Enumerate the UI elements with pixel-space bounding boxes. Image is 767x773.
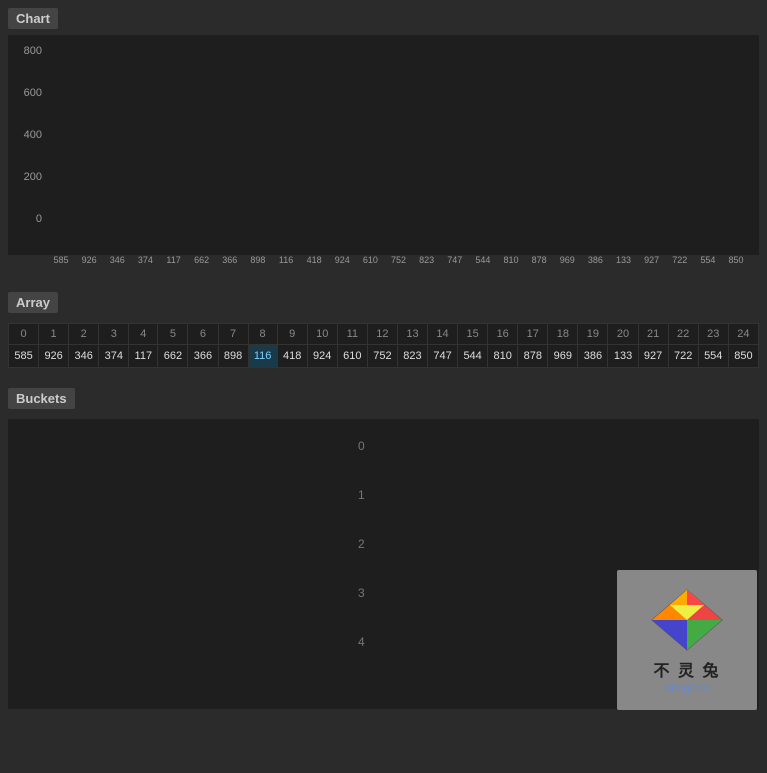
- array-cell: 374: [99, 345, 129, 368]
- array-cell: 116: [248, 345, 277, 368]
- array-index-header: 16: [488, 324, 518, 345]
- array-header-row: 0123456789101112131415161718192021222324: [9, 324, 759, 345]
- array-index-header: 5: [158, 324, 188, 345]
- x-label: 747: [442, 255, 468, 265]
- array-index-header: 3: [99, 324, 129, 345]
- x-label: 924: [329, 255, 355, 265]
- array-cell: 418: [277, 345, 307, 368]
- array-table: 0123456789101112131415161718192021222324…: [8, 323, 759, 368]
- array-cell: 366: [188, 345, 218, 368]
- array-index-header: 8: [248, 324, 277, 345]
- kite-icon: [642, 585, 732, 655]
- array-index-header: 4: [129, 324, 158, 345]
- x-label: 878: [526, 255, 552, 265]
- array-cell: 117: [129, 345, 158, 368]
- x-label: 116: [273, 255, 299, 265]
- array-title: Array: [8, 292, 58, 313]
- x-label: 386: [582, 255, 608, 265]
- x-label: 898: [245, 255, 271, 265]
- bars-area: [48, 45, 749, 225]
- watermark: 不 灵 兔 bling2cn: [617, 570, 757, 710]
- array-section: Array 0123456789101112131415161718192021…: [0, 284, 767, 376]
- array-index-header: 19: [578, 324, 608, 345]
- array-cell: 926: [39, 345, 69, 368]
- chart-container: 8006004002000: [8, 35, 759, 255]
- array-index-header: 11: [337, 324, 367, 345]
- array-index-header: 6: [188, 324, 218, 345]
- x-label: 662: [189, 255, 215, 265]
- x-label: 374: [132, 255, 158, 265]
- array-cell: 346: [69, 345, 99, 368]
- array-cell: 898: [218, 345, 248, 368]
- array-cell: 554: [698, 345, 728, 368]
- bucket-y-label: 2: [358, 537, 365, 551]
- x-label: 752: [386, 255, 412, 265]
- array-index-header: 24: [728, 324, 758, 345]
- bucket-y-label: 0: [358, 439, 365, 453]
- x-label: 810: [498, 255, 524, 265]
- array-cell: 927: [638, 345, 668, 368]
- x-label: 722: [667, 255, 693, 265]
- array-cell: 810: [488, 345, 518, 368]
- buckets-section: Buckets 0 1 2 3 4 不 灵 兔 bling2cn: [0, 380, 767, 720]
- array-index-header: 15: [458, 324, 488, 345]
- array-cell: 752: [367, 345, 397, 368]
- chart-title: Chart: [8, 8, 58, 29]
- array-cell: 722: [668, 345, 698, 368]
- array-cell: 850: [728, 345, 758, 368]
- array-index-header: 13: [397, 324, 427, 345]
- x-labels: 5859263463741176623668981164189246107528…: [8, 255, 759, 280]
- bucket-y-labels: 0 1 2 3 4: [358, 439, 365, 649]
- x-label: 926: [76, 255, 102, 265]
- x-label: 418: [301, 255, 327, 265]
- array-index-header: 18: [548, 324, 578, 345]
- array-index-header: 1: [39, 324, 69, 345]
- x-label: 610: [357, 255, 383, 265]
- array-cell: 924: [307, 345, 337, 368]
- x-label: 366: [217, 255, 243, 265]
- buckets-title: Buckets: [8, 388, 75, 409]
- array-index-header: 9: [277, 324, 307, 345]
- array-cell: 544: [458, 345, 488, 368]
- x-label: 927: [639, 255, 665, 265]
- array-index-header: 21: [638, 324, 668, 345]
- y-axis: 8006004002000: [8, 45, 46, 225]
- array-index-header: 22: [668, 324, 698, 345]
- array-cell: 610: [337, 345, 367, 368]
- array-index-header: 23: [698, 324, 728, 345]
- array-cell: 585: [9, 345, 39, 368]
- bucket-y-label: 3: [358, 586, 365, 600]
- x-label: 585: [48, 255, 74, 265]
- x-label: 544: [470, 255, 496, 265]
- x-label: 554: [695, 255, 721, 265]
- array-index-header: 7: [218, 324, 248, 345]
- array-index-header: 10: [307, 324, 337, 345]
- array-cell: 133: [608, 345, 638, 368]
- array-index-header: 17: [518, 324, 548, 345]
- bucket-y-label: 4: [358, 635, 365, 649]
- array-cell: 662: [158, 345, 188, 368]
- array-index-header: 12: [367, 324, 397, 345]
- array-index-header: 0: [9, 324, 39, 345]
- x-label: 133: [611, 255, 637, 265]
- array-index-header: 2: [69, 324, 99, 345]
- array-cell: 386: [578, 345, 608, 368]
- x-label: 117: [161, 255, 187, 265]
- x-label: 823: [414, 255, 440, 265]
- array-cell: 969: [548, 345, 578, 368]
- array-value-row: 5859263463741176623668981164189246107528…: [9, 345, 759, 368]
- bucket-y-label: 1: [358, 488, 365, 502]
- watermark-sub-text: bling2cn: [665, 681, 710, 695]
- watermark-chinese-text: 不 灵 兔: [654, 657, 721, 681]
- chart-section: Chart 8006004002000 58592634637411766236…: [0, 0, 767, 280]
- array-index-header: 14: [428, 324, 458, 345]
- array-index-header: 20: [608, 324, 638, 345]
- array-cell: 747: [428, 345, 458, 368]
- x-label: 969: [554, 255, 580, 265]
- array-cell: 823: [397, 345, 427, 368]
- x-label: 850: [723, 255, 749, 265]
- array-cell: 878: [518, 345, 548, 368]
- x-label: 346: [104, 255, 130, 265]
